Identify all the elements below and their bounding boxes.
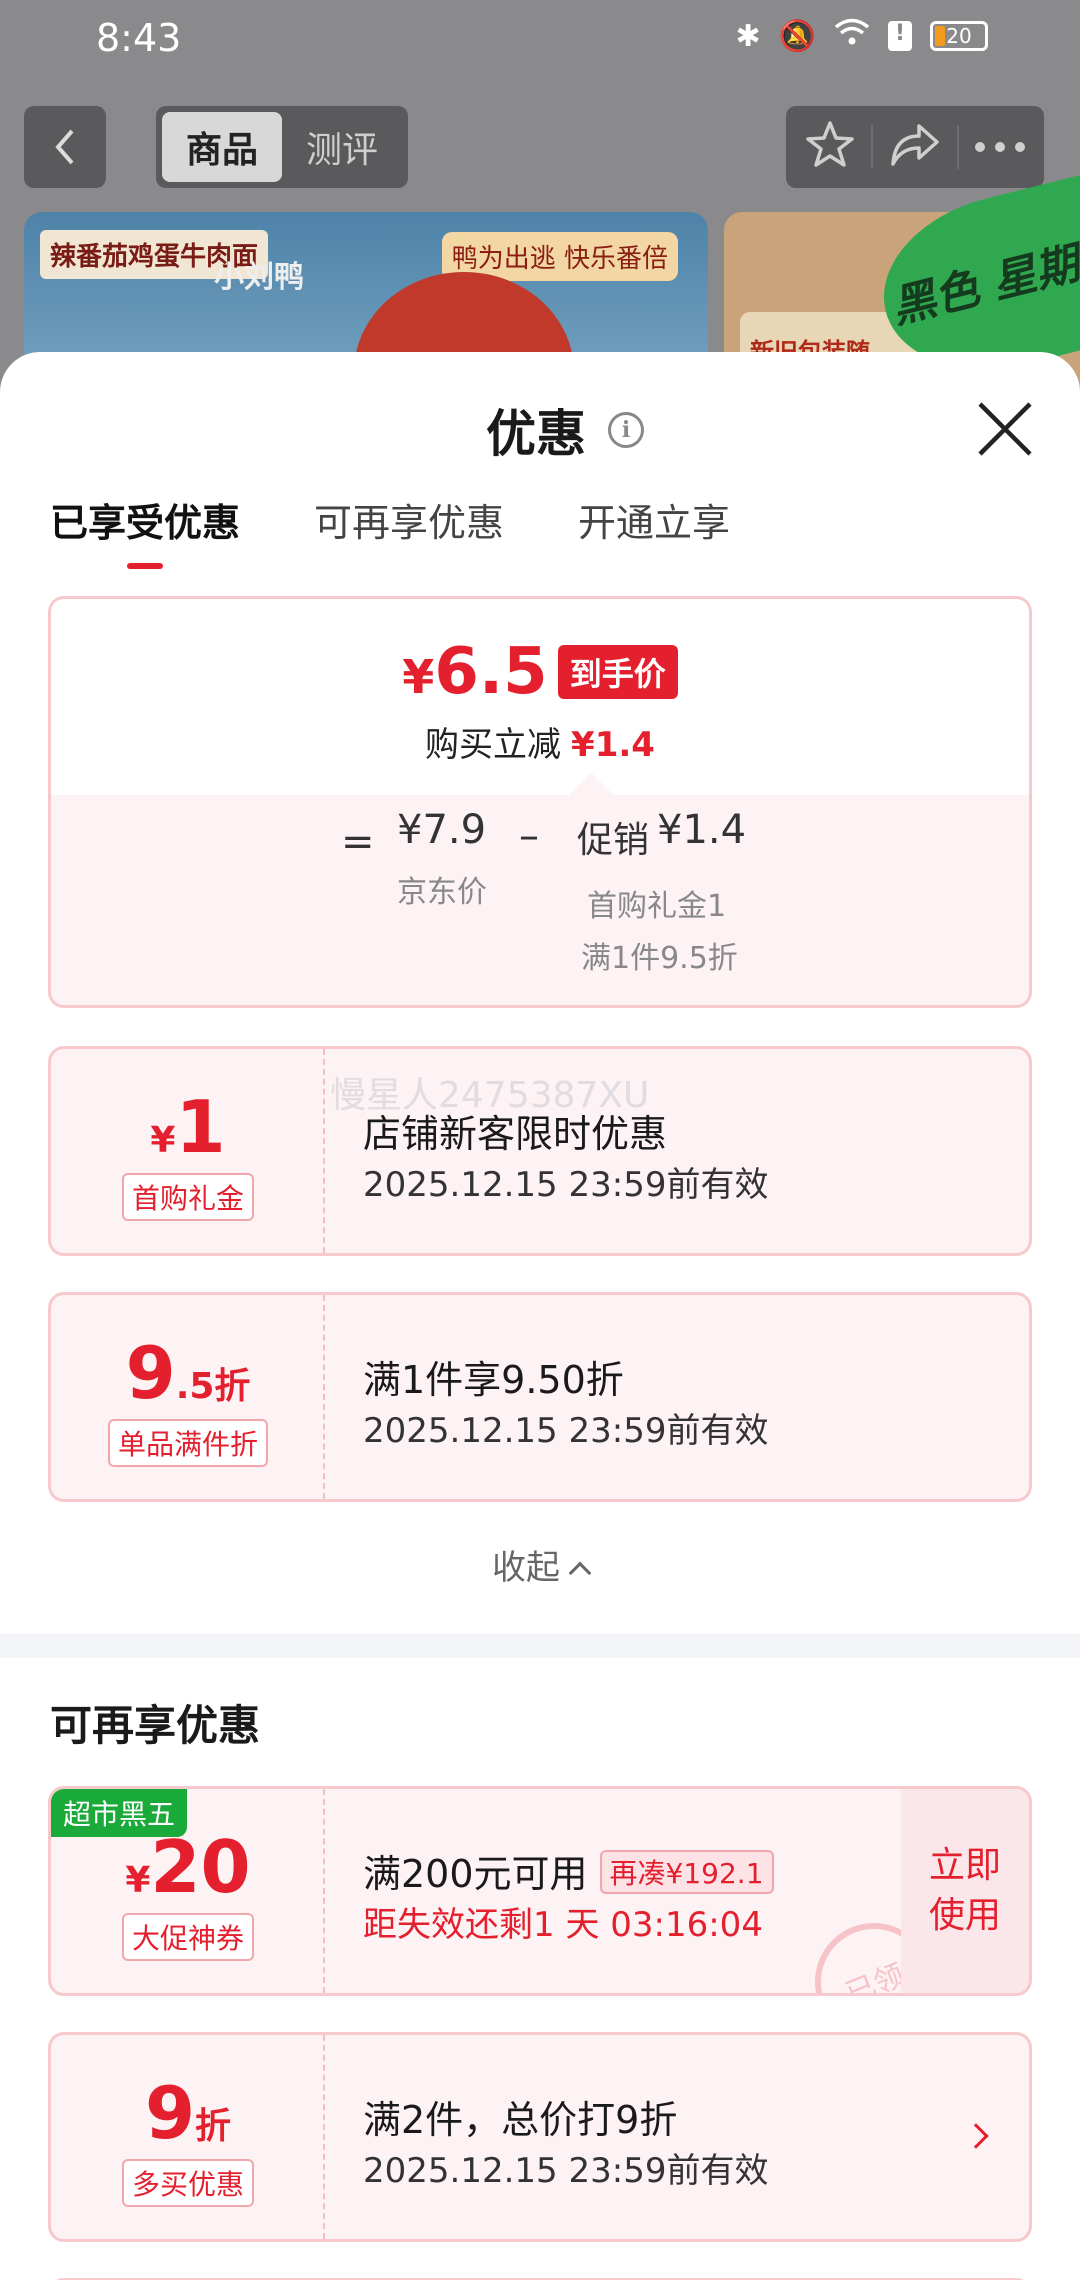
- coupon-amount: ¥20: [125, 1825, 251, 1909]
- divider: [956, 125, 959, 169]
- final-price-row: ¥6.5 到手价: [51, 635, 1029, 709]
- promo-corner-tag: 超市黑五: [51, 1789, 188, 1837]
- promo-value: ¥1.4: [657, 807, 747, 853]
- collapse-button[interactable]: 收起: [0, 1540, 1080, 1589]
- section-title: 可再享优惠: [50, 1701, 261, 1750]
- coupon-left: ¥1 首购礼金: [51, 1049, 325, 1253]
- jd-price-label: 京东价: [397, 875, 487, 910]
- chevron-left-icon: [55, 129, 74, 165]
- price-summary-card: ¥6.5 到手价 购买立减 ¥1.4 = ¥7.9 京东价 – 促销 ¥1.4 首…: [48, 596, 1032, 1008]
- jd-price: ¥7.9: [397, 807, 487, 853]
- product-nav-tabs: 商品 测评: [156, 106, 408, 188]
- share-icon[interactable]: [889, 122, 941, 172]
- coupon-amount: 9折: [144, 2071, 232, 2155]
- close-icon: [978, 402, 1032, 456]
- wifi-icon: [834, 18, 870, 54]
- coupon-title: 满200元可用 再凑¥192.1: [363, 1843, 774, 1898]
- coupon-type: 多买优惠: [51, 2159, 325, 2207]
- tab-review[interactable]: 测评: [282, 112, 402, 182]
- coupon-type: 单品满件折: [51, 1419, 325, 1467]
- sheet-header: 优惠 i: [486, 394, 644, 466]
- coupon-left: 9.5折 单品满件折: [51, 1295, 325, 1499]
- more-icon[interactable]: [974, 138, 1026, 157]
- reduce-row: 购买立减 ¥1.4: [425, 725, 655, 765]
- section-divider: [0, 1634, 1080, 1658]
- coupon-countdown: 距失效还剩1 天 03:16:04: [363, 1905, 763, 1945]
- status-time: 8:43: [96, 16, 182, 60]
- coupon-validity: 2025.12.15 23:59前有效: [363, 2151, 769, 2191]
- divider: [871, 125, 874, 169]
- summary-breakdown: [51, 795, 1029, 1005]
- chevron-up-icon: [568, 1561, 592, 1585]
- battery-icon: 20: [930, 21, 988, 51]
- banner-brand-secondary: 小刘鸭: [214, 260, 304, 295]
- summary-top: ¥6.5 到手价 购买立减 ¥1.4: [51, 599, 1029, 795]
- coupon-card[interactable]: 9折 多买优惠 满2件，总价打9折 2025.12.15 23:59前有效: [48, 2032, 1032, 2242]
- coupon-card: ¥20 大促神券 超市黑五 满200元可用 再凑¥192.1 距失效还剩1 天 0…: [48, 1786, 1032, 1996]
- sheet-title: 优惠: [486, 405, 586, 463]
- tab-product[interactable]: 商品: [162, 112, 282, 182]
- promo-note: 满1件9.5折: [581, 941, 738, 976]
- close-button[interactable]: [972, 396, 1038, 462]
- coupon-validity: 2025.12.15 23:59前有效: [363, 1411, 769, 1451]
- coupon-type: 大促神券: [51, 1913, 325, 1961]
- discount-tabs: 已享受优惠 可再享优惠 开通立享: [50, 492, 730, 569]
- tab-more[interactable]: 可再享优惠: [314, 492, 504, 569]
- status-icons: ✱ 🔕 ! 20: [735, 18, 988, 54]
- coupon-title: 满2件，总价打9折: [363, 2098, 678, 2142]
- coupon-amount: ¥1: [150, 1085, 226, 1169]
- info-icon[interactable]: i: [608, 412, 644, 448]
- coupon-left: 9折 多买优惠: [51, 2035, 325, 2239]
- coupon-validity: 2025.12.15 23:59前有效: [363, 1165, 769, 1205]
- status-bar: 8:43 ✱ 🔕 ! 20: [0, 0, 1080, 80]
- coupon-amount: 9.5折: [125, 1331, 251, 1415]
- coupon-type: 首购礼金: [51, 1173, 325, 1221]
- promo-label: 促销: [577, 820, 650, 861]
- final-price: ¥6.5: [402, 635, 548, 709]
- addon-tag[interactable]: 再凑¥192.1: [599, 1850, 774, 1894]
- tab-enjoyed[interactable]: 已享受优惠: [50, 492, 240, 569]
- coupon-title: 满1件享9.50折: [363, 1358, 624, 1402]
- promo-note: 首购礼金1: [587, 889, 727, 924]
- watermark: 慢星人2475387XU: [330, 1075, 650, 1116]
- use-now-button[interactable]: 立即 使用: [901, 1789, 1029, 1993]
- product-actions: [786, 106, 1044, 188]
- tab-activate[interactable]: 开通立享: [578, 492, 730, 569]
- back-button[interactable]: [24, 106, 106, 188]
- coupon-card: 9.5折 单品满件折 满1件享9.50折 2025.12.15 23:59前有效: [48, 1292, 1032, 1502]
- alert-icon: !: [888, 21, 912, 51]
- star-icon[interactable]: [804, 120, 856, 174]
- mute-bell-icon: 🔕: [778, 18, 816, 54]
- discount-sheet: 优惠 i 已享受优惠 可再享优惠 开通立享 ¥6.5 到手价 购买立减 ¥1.4 …: [0, 352, 1080, 2280]
- chevron-right-icon[interactable]: [963, 2123, 989, 2149]
- bluetooth-icon: ✱: [735, 18, 761, 54]
- final-price-tag: 到手价: [557, 645, 678, 699]
- reduce-value: ¥1.4: [571, 725, 655, 765]
- product-page-background: 8:43 ✱ 🔕 ! 20 商品 测评 辣番茄鸡蛋牛肉面 小刘鸭 鸭为出逃 快乐…: [0, 0, 1080, 412]
- minus-sign: –: [519, 813, 539, 859]
- equals-sign: =: [341, 819, 375, 865]
